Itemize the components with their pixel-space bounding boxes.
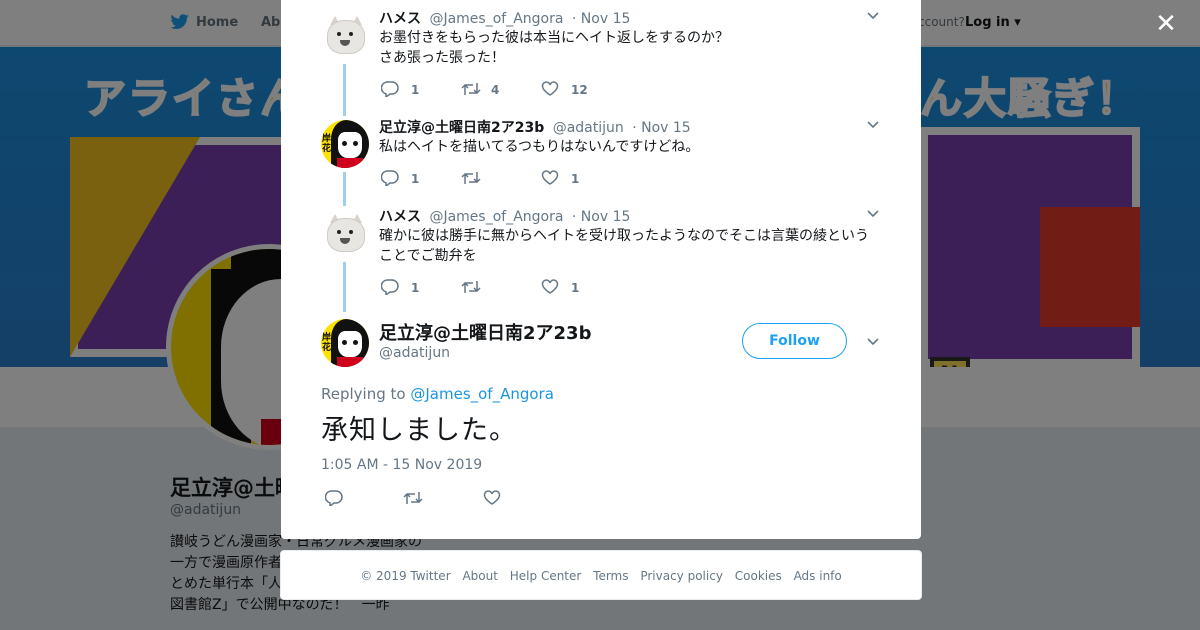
footer-links: © 2019 Twitter About Help Center Terms P… — [281, 569, 921, 583]
footer-link-cookies[interactable]: Cookies — [735, 569, 782, 583]
retweet-icon — [461, 83, 481, 95]
replying-prefix: Replying to — [321, 385, 406, 403]
avatar-eye — [342, 141, 347, 146]
avatar-collar — [337, 158, 363, 168]
footer-link-ads-info[interactable]: Ads info — [794, 569, 842, 583]
thread-connector — [343, 262, 346, 312]
thread-tweet[interactable]: ハメス @James_of_Angora · Nov 15 お墨付きをもらった彼… — [321, 8, 881, 116]
thread-connector — [343, 172, 346, 206]
chevron-down-icon[interactable] — [867, 119, 879, 131]
heart-icon — [541, 170, 559, 185]
chevron-down-icon[interactable] — [867, 336, 879, 348]
cat-eye — [337, 32, 341, 36]
retweet-icon — [461, 281, 481, 293]
tweet-text: 私はヘイトを描いてるつもりはないんですけどね。 — [379, 139, 700, 155]
footer-link-privacy-policy[interactable]: Privacy policy — [640, 569, 723, 583]
like-count: 1 — [571, 172, 580, 186]
tweet-author-handle[interactable]: @adatijun — [553, 120, 624, 136]
tweet-text: 確かに彼は勝手に無からヘイトを受け取ったようなのでそこは言葉の綾ということでご勘… — [379, 228, 869, 264]
cat-eye — [337, 230, 341, 234]
avatar-eye — [353, 340, 358, 345]
follow-button[interactable]: Follow — [742, 323, 847, 359]
thread-tweet[interactable]: 岸花 足立淳@土曜日南2ア23b @adatijun · Nov 15 私はヘイ… — [321, 117, 881, 207]
tweet-author-handle[interactable]: @James_of_Angora — [429, 209, 563, 225]
main-tweet-author-name[interactable]: 足立淳@土曜日南2ア23b — [379, 319, 591, 345]
reply-icon — [381, 170, 399, 186]
footer-link-help-center[interactable]: Help Center — [510, 569, 582, 583]
footer-link-terms[interactable]: Terms — [593, 569, 628, 583]
like-count: 12 — [571, 83, 588, 97]
tweet-text: お墨付きをもらった彼は本当にヘイト返しをするのか？ さあ張った張った！ — [379, 30, 729, 66]
thread-connector — [343, 64, 346, 116]
tweet-header: ハメス @James_of_Angora · Nov 15 — [379, 8, 630, 28]
cat-body — [327, 218, 365, 252]
footer-copyright: © 2019 Twitter — [360, 569, 451, 583]
footer-link-about[interactable]: About — [462, 569, 497, 583]
cat-body — [327, 20, 365, 54]
cat-eye — [349, 32, 353, 36]
reply-count: 1 — [411, 281, 420, 295]
tweet-author-name[interactable]: ハメス — [379, 209, 421, 225]
retweet-icon — [461, 172, 481, 184]
heart-icon — [541, 279, 559, 294]
replying-to: Replying to @James_of_Angora — [321, 385, 554, 403]
main-tweet-author-handle[interactable]: @adatijun — [379, 345, 450, 361]
chevron-down-icon[interactable] — [867, 10, 879, 22]
tweet-date[interactable]: · Nov 15 — [632, 120, 691, 136]
retweet-count: 4 — [491, 83, 500, 97]
cat-eye — [349, 230, 353, 234]
like-count: 1 — [571, 281, 580, 295]
avatar-lettering: 岸花 — [322, 134, 332, 154]
tweet-author-name[interactable]: 足立淳@土曜日南2ア23b — [379, 120, 544, 136]
reply-icon — [381, 81, 399, 97]
tweet-header: 足立淳@土曜日南2ア23b @adatijun · Nov 15 — [379, 117, 691, 137]
tweet-date[interactable]: · Nov 15 — [572, 11, 631, 27]
avatar-lettering: 岸花 — [322, 333, 332, 353]
close-icon[interactable]: ✕ — [1153, 11, 1179, 38]
replying-mention-link[interactable]: @James_of_Angora — [410, 385, 554, 403]
reply-count: 1 — [411, 83, 420, 97]
tweet-header: ハメス @James_of_Angora · Nov 15 — [379, 206, 630, 226]
modal-footer: © 2019 Twitter About Help Center Terms P… — [280, 550, 922, 600]
user-avatar[interactable]: 岸花 — [321, 120, 369, 168]
avatar-collar — [337, 357, 363, 367]
main-tweet-text: 承知しました。 — [321, 415, 517, 446]
main-tweet-actions — [325, 489, 525, 509]
avatar-eye — [342, 340, 347, 345]
tweet-author-name[interactable]: ハメス — [379, 11, 421, 27]
main-tweet-timestamp[interactable]: 1:05 AM - 15 Nov 2019 — [321, 457, 482, 473]
heart-icon — [541, 81, 559, 96]
chevron-down-icon[interactable] — [867, 208, 879, 220]
user-avatar[interactable] — [321, 210, 369, 258]
reply-icon — [325, 490, 343, 506]
user-avatar[interactable] — [321, 12, 369, 60]
thread-tweet[interactable]: ハメス @James_of_Angora · Nov 15 確かに彼は勝手に無か… — [321, 206, 881, 312]
tweet-date[interactable]: · Nov 15 — [572, 209, 631, 225]
tweet-author-handle[interactable]: @James_of_Angora — [429, 11, 563, 27]
main-tweet-avatar[interactable]: 岸花 — [321, 319, 369, 367]
avatar-eye — [353, 141, 358, 146]
reply-icon — [381, 279, 399, 295]
retweet-icon — [403, 492, 423, 504]
heart-icon — [483, 490, 501, 505]
tweet-modal: ハメス @James_of_Angora · Nov 15 お墨付きをもらった彼… — [281, 0, 921, 539]
reply-count: 1 — [411, 172, 420, 186]
